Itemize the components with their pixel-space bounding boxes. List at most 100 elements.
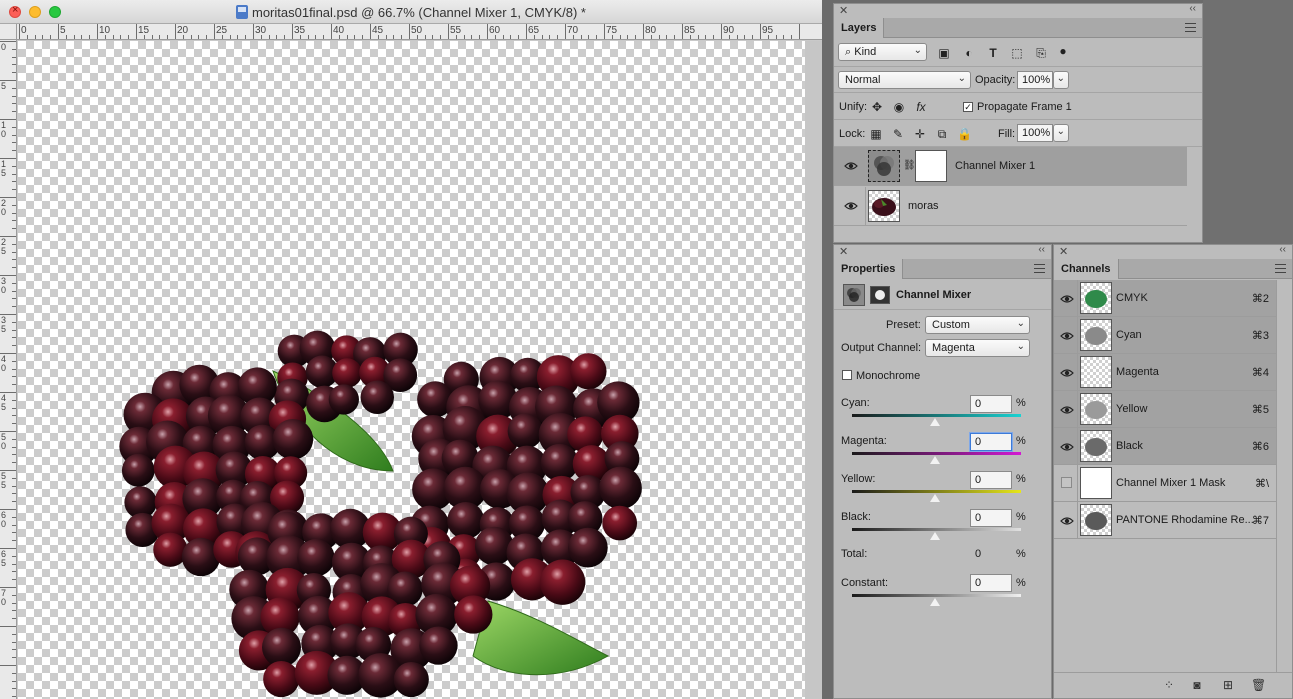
- panel-menu-icon[interactable]: [1275, 264, 1286, 273]
- slider-track[interactable]: [852, 490, 1021, 493]
- channel-name[interactable]: Black: [1116, 440, 1143, 452]
- lock-pixels-icon[interactable]: ✎: [891, 127, 905, 141]
- filter-adjustment-icon[interactable]: ◐: [962, 46, 976, 60]
- close-panel-icon[interactable]: ✕: [839, 4, 848, 17]
- channel-row[interactable]: Yellow ⌘5: [1054, 391, 1277, 428]
- channel-thumbnail[interactable]: [1080, 504, 1112, 536]
- document-titlebar[interactable]: moritas01final.psd @ 66.7% (Channel Mixe…: [0, 0, 822, 24]
- slider-thumb[interactable]: [930, 532, 940, 540]
- unify-visibility-icon[interactable]: ◉: [892, 100, 906, 114]
- adjustment-thumbnail[interactable]: [868, 150, 900, 182]
- tab-properties[interactable]: Properties: [834, 259, 904, 279]
- load-selection-icon[interactable]: ⁘: [1162, 678, 1176, 692]
- preset-select[interactable]: Custom ⌄: [925, 316, 1030, 334]
- filter-type-icon[interactable]: T: [986, 46, 1000, 60]
- channel-name[interactable]: Yellow: [1116, 403, 1147, 415]
- tab-layers[interactable]: Layers: [834, 18, 885, 38]
- monochrome-checkbox[interactable]: [842, 370, 852, 380]
- channel-row[interactable]: Magenta ⌘4: [1054, 354, 1277, 391]
- eye-icon[interactable]: [1060, 403, 1074, 417]
- eye-icon[interactable]: [1060, 329, 1074, 343]
- filter-kind-select[interactable]: ⌕ Kind ⌄: [838, 43, 927, 61]
- save-selection-icon[interactable]: ◙: [1190, 678, 1204, 692]
- collapse-panel-icon[interactable]: ‹‹: [1189, 3, 1196, 14]
- slider-thumb[interactable]: [930, 456, 940, 464]
- fill-input[interactable]: 100%: [1017, 124, 1053, 142]
- close-panel-icon[interactable]: ✕: [839, 245, 848, 258]
- blend-mode-select[interactable]: Normal ⌄: [838, 71, 971, 89]
- eye-icon[interactable]: [1060, 366, 1074, 380]
- opacity-slider-button[interactable]: ⌄: [1053, 71, 1069, 89]
- channel-name[interactable]: Cyan: [1116, 329, 1142, 341]
- layer-row-channel-mixer[interactable]: ⛓ Channel Mixer 1: [834, 147, 1187, 186]
- filter-pixel-icon[interactable]: ▣: [937, 46, 951, 60]
- channel-name[interactable]: CMYK: [1116, 292, 1148, 304]
- slider-track[interactable]: [852, 414, 1021, 417]
- ruler-origin[interactable]: [0, 24, 17, 40]
- lock-transparency-icon[interactable]: ▦: [869, 127, 883, 141]
- slider-value-input[interactable]: 0: [970, 509, 1012, 527]
- unify-position-icon[interactable]: ✥: [870, 100, 884, 114]
- filter-toggle-icon[interactable]: ●: [1056, 44, 1070, 58]
- horizontal-ruler[interactable]: 0 5 10 15 20 25 30 35 40 45 50 55 60 65 70 75 80 85 90 95: [17, 24, 822, 40]
- close-panel-icon[interactable]: ✕: [1059, 245, 1068, 258]
- visibility-checkbox[interactable]: [1061, 477, 1072, 488]
- channel-row[interactable]: Cyan ⌘3: [1054, 317, 1277, 354]
- slider-thumb[interactable]: [930, 418, 940, 426]
- constant-slider-thumb[interactable]: [930, 598, 940, 606]
- channel-row[interactable]: Channel Mixer 1 Mask ⌘\: [1054, 465, 1277, 502]
- lock-all-icon[interactable]: 🔒: [957, 127, 972, 141]
- slider-track[interactable]: [852, 528, 1021, 531]
- channel-row[interactable]: PANTONE Rhodamine Re... ⌘7: [1054, 502, 1277, 539]
- filter-shape-icon[interactable]: ⬚: [1010, 46, 1024, 60]
- output-channel-select[interactable]: Magenta ⌄: [925, 339, 1030, 357]
- collapse-panel-icon[interactable]: ‹‹: [1038, 244, 1045, 255]
- constant-input[interactable]: 0: [970, 574, 1012, 592]
- slider-value-input[interactable]: 0: [970, 471, 1012, 489]
- layer-name[interactable]: moras: [908, 200, 939, 212]
- channel-thumbnail[interactable]: [1080, 319, 1112, 351]
- unify-style-icon[interactable]: fx: [914, 100, 928, 114]
- channel-thumbnail[interactable]: [1080, 467, 1112, 499]
- channel-name[interactable]: Channel Mixer 1 Mask: [1116, 477, 1225, 489]
- channel-thumbnail[interactable]: [1080, 356, 1112, 388]
- constant-slider-track[interactable]: [852, 594, 1021, 597]
- lock-position-icon[interactable]: ✛: [913, 127, 927, 141]
- link-icon[interactable]: ⛓: [903, 160, 916, 171]
- fill-slider-button[interactable]: ⌄: [1053, 124, 1069, 142]
- propagate-checkbox[interactable]: ✓: [963, 102, 973, 112]
- trash-icon[interactable]: 🗑: [1251, 678, 1266, 692]
- eye-icon[interactable]: [1060, 514, 1074, 528]
- layer-thumbnail[interactable]: [868, 190, 900, 222]
- vertical-ruler[interactable]: 0 5 10 15 20 25 30 35 40 45 50 55 60 65 70: [0, 40, 17, 699]
- slider-track[interactable]: [852, 452, 1021, 455]
- channel-name[interactable]: Magenta: [1116, 366, 1159, 378]
- filter-smartobject-icon[interactable]: ⎘: [1034, 46, 1048, 60]
- panel-menu-icon[interactable]: [1034, 264, 1045, 273]
- channel-name[interactable]: PANTONE Rhodamine Re...: [1116, 514, 1254, 526]
- eye-icon[interactable]: [1060, 440, 1074, 454]
- slider-thumb[interactable]: [930, 494, 940, 502]
- slider-value-input[interactable]: 0: [970, 433, 1012, 451]
- new-channel-icon[interactable]: ⊞: [1221, 678, 1235, 692]
- lock-artboard-icon[interactable]: ⧉: [935, 127, 949, 141]
- mask-icon[interactable]: [870, 286, 890, 304]
- channels-scrollbar[interactable]: [1276, 280, 1292, 680]
- layer-row-moras[interactable]: moras: [834, 187, 1187, 226]
- channel-mixer-adjustment-icon[interactable]: [843, 284, 865, 306]
- tab-channels[interactable]: Channels: [1054, 259, 1119, 279]
- panel-menu-icon[interactable]: [1185, 23, 1196, 32]
- slider-value-input[interactable]: 0: [970, 395, 1012, 413]
- channel-row[interactable]: CMYK ⌘2: [1054, 280, 1277, 317]
- channel-thumbnail[interactable]: [1080, 430, 1112, 462]
- channel-row[interactable]: Black ⌘6: [1054, 428, 1277, 465]
- eye-icon[interactable]: [1060, 292, 1074, 306]
- canvas[interactable]: [18, 41, 805, 699]
- collapse-panel-icon[interactable]: ‹‹: [1279, 244, 1286, 255]
- layer-name[interactable]: Channel Mixer 1: [955, 160, 1035, 172]
- eye-icon[interactable]: [844, 199, 858, 213]
- opacity-input[interactable]: 100%: [1017, 71, 1053, 89]
- channel-thumbnail[interactable]: [1080, 282, 1112, 314]
- eye-icon[interactable]: [844, 159, 858, 173]
- layer-mask-thumbnail[interactable]: [915, 150, 947, 182]
